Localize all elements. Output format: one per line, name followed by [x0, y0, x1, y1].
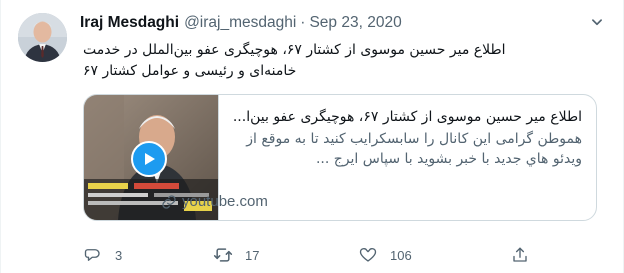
reply-count: 3 [115, 247, 123, 263]
play-icon[interactable] [131, 141, 167, 177]
card-title: اطلاع میر حسین موسوی از کشتار ۶۷، هوچیگر… [232, 109, 582, 125]
tweet-date[interactable]: Sep 23, 2020 [309, 14, 401, 32]
more-options-icon[interactable] [583, 10, 611, 34]
share-icon [510, 245, 530, 265]
card-info[interactable]: اطلاع میر حسین موسوی از کشتار ۶۷، هوچیگر… [219, 95, 596, 220]
avatar-portrait-image [18, 13, 67, 62]
tweet-actions: 3 17 106 [83, 245, 553, 267]
retweet-count: 17 [245, 247, 260, 263]
reply-icon [83, 245, 103, 265]
author-display-name[interactable]: Iraj Mesdaghi [80, 14, 179, 32]
like-button[interactable]: 106 [358, 245, 412, 265]
header-separator: · [300, 14, 306, 31]
tweet-text-line: خامنه‌ای و رئیسی و عوامل کشتار ۶۷ [83, 63, 297, 79]
tweet-text-line: اطلاع میر حسین موسوی از کشتار ۶۷، هوچیگر… [83, 42, 506, 58]
share-button[interactable] [510, 245, 530, 265]
reply-button[interactable]: 3 [83, 245, 122, 265]
tweet-text: اطلاع میر حسین موسوی از کشتار ۶۷، هوچیگر… [83, 40, 603, 82]
author-handle[interactable]: @iraj_mesdaghi [184, 14, 296, 32]
tweet-header: Iraj Mesdaghi @iraj_mesdaghi · Sep 23, 2… [80, 14, 402, 34]
like-count: 106 [390, 247, 412, 263]
retweet-icon [213, 245, 233, 265]
card-description: هموطن گرامی این کانال را سابسکرایب کنید … [246, 131, 582, 167]
avatar[interactable] [18, 13, 67, 62]
retweet-button[interactable]: 17 [213, 245, 259, 265]
tweet-card[interactable]: Iraj Mesdaghi @iraj_mesdaghi · Sep 23, 2… [0, 0, 624, 273]
heart-icon [358, 245, 378, 265]
card-domain[interactable]: youtube.com [161, 193, 268, 210]
link-icon [161, 194, 177, 210]
card-domain-text: youtube.com [182, 193, 268, 210]
